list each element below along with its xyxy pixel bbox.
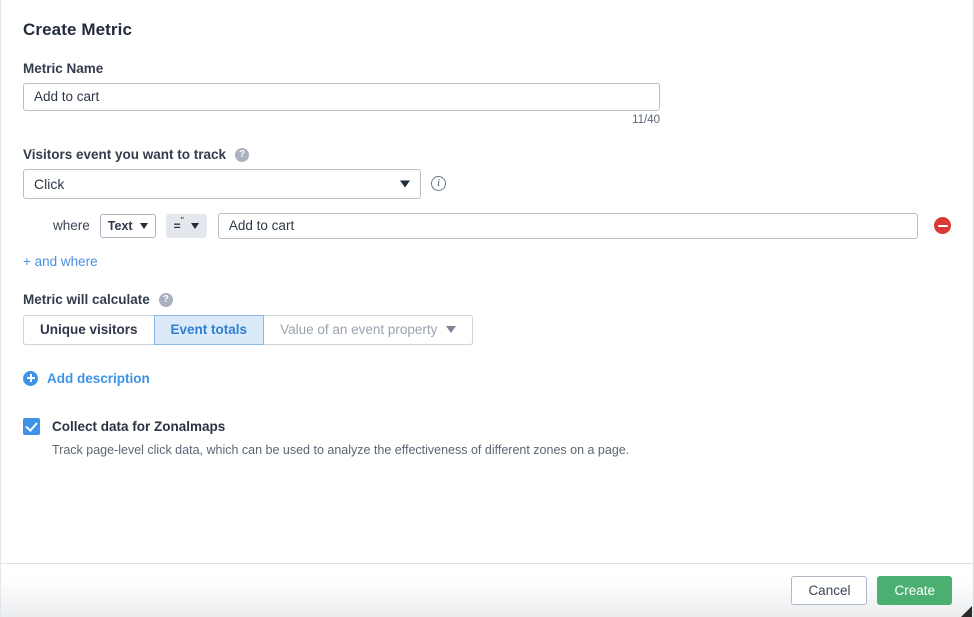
zonalmaps-block: Collect data for Zonalmaps Track page-le… [23, 417, 951, 457]
zonalmaps-help-text: Track page-level click data, which can b… [52, 442, 630, 457]
event-type-value: Click [34, 175, 65, 192]
where-label: where [53, 218, 90, 233]
event-label-text: Visitors event you want to track [23, 146, 227, 162]
segment-event-totals[interactable]: Event totals [153, 314, 265, 345]
create-button[interactable]: Create [877, 576, 952, 605]
segment-event-property[interactable]: Value of an event property [263, 314, 474, 345]
create-metric-dialog: Create Metric Metric Name 11/40 Visitors… [0, 0, 974, 617]
calculate-segmented-control: Unique visitors Event totals Value of an… [23, 314, 951, 345]
segment-unique-visitors[interactable]: Unique visitors [23, 314, 155, 345]
add-description-label: Add description [47, 370, 150, 386]
resize-handle[interactable] [956, 601, 972, 617]
zonalmaps-checkbox[interactable] [23, 417, 40, 435]
condition-attribute-value: Text [107, 218, 133, 233]
chevron-down-icon [446, 326, 457, 333]
remove-circle-icon[interactable] [934, 217, 951, 234]
condition-value-input[interactable] [217, 212, 918, 239]
metric-name-input[interactable] [23, 82, 660, 111]
segment-event-totals-label: Event totals [170, 322, 248, 337]
help-circle-icon[interactable]: ? [235, 147, 250, 162]
calculate-label: Metric will calculate ? [23, 291, 951, 307]
info-circle-icon[interactable]: i [431, 176, 446, 191]
zonalmaps-label: Collect data for Zonalmaps [52, 418, 226, 434]
metric-name-label: Metric Name [23, 62, 951, 76]
help-circle-icon[interactable]: ? [158, 292, 173, 307]
condition-attribute-select[interactable]: Text [99, 213, 156, 238]
event-type-select[interactable]: Click [23, 168, 421, 199]
metric-name-counter: 11/40 [632, 113, 660, 126]
event-select-row: Click i [23, 168, 951, 199]
segment-unique-visitors-label: Unique visitors [40, 322, 138, 337]
add-condition-link[interactable]: + and where [23, 254, 98, 269]
event-label: Visitors event you want to track ? [23, 146, 951, 162]
plus-circle-icon [23, 370, 38, 386]
chevron-down-icon [139, 222, 148, 229]
condition-row: where Text =" [23, 212, 951, 239]
cancel-button[interactable]: Cancel [791, 576, 868, 605]
condition-operator-value: =" [173, 216, 184, 233]
chevron-down-icon [190, 222, 199, 229]
add-description-button[interactable]: Add description [23, 370, 150, 386]
condition-operator-select[interactable]: =" [165, 213, 207, 238]
segment-event-property-label: Value of an event property [280, 322, 438, 337]
dialog-body: Create Metric Metric Name 11/40 Visitors… [1, 0, 973, 563]
calculate-label-text: Metric will calculate [23, 291, 150, 307]
zonalmaps-checkbox-row[interactable]: Collect data for Zonalmaps [23, 417, 951, 435]
page-title: Create Metric [23, 20, 133, 39]
dialog-footer: Cancel Create [1, 563, 973, 617]
metric-name-label-text: Metric Name [23, 61, 104, 76]
chevron-down-icon [400, 180, 410, 187]
